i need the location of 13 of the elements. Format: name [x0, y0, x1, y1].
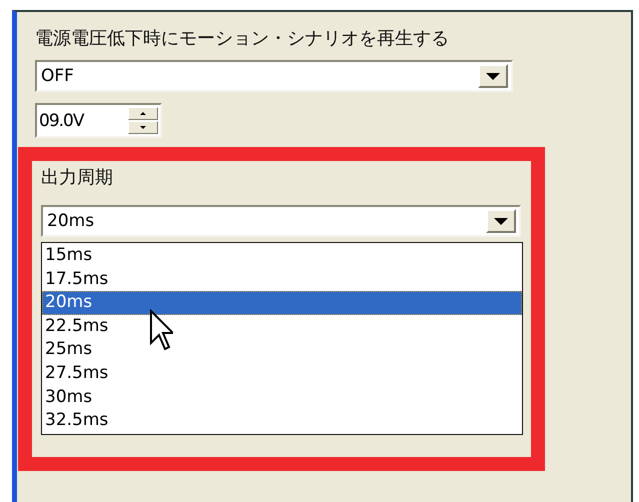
- field-label: 出力周期: [41, 167, 114, 189]
- spin-up-button[interactable]: [128, 107, 158, 120]
- dropdown[interactable]: 20ms: [41, 205, 521, 237]
- field-label: 電源電圧低下時にモーション・シナリオを再生する: [35, 28, 450, 50]
- spin-box[interactable]: 09.0V: [35, 103, 162, 138]
- up-arrow-icon: [140, 112, 146, 115]
- caret-icon: [494, 218, 508, 224]
- caret-icon: [486, 72, 500, 80]
- down-arrow-icon: [140, 126, 146, 129]
- list-option[interactable]: 20ms: [42, 291, 522, 315]
- spin-down-button[interactable]: [128, 121, 158, 134]
- dropdown[interactable]: OFF: [35, 60, 513, 92]
- mouse-cursor-icon: [149, 309, 173, 351]
